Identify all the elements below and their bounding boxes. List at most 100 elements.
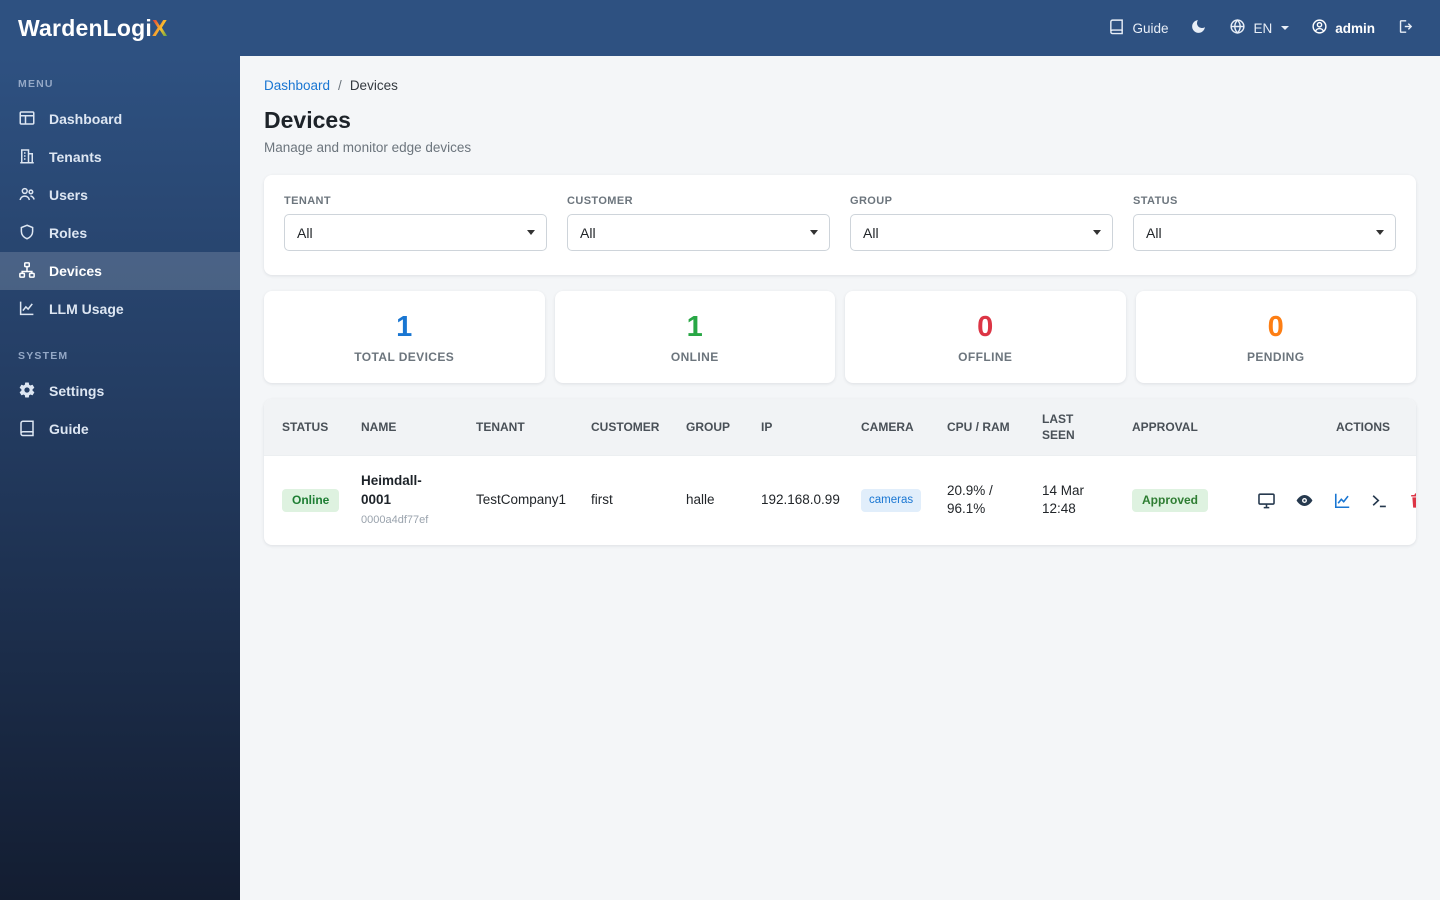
guide-link[interactable]: Guide: [1108, 18, 1168, 38]
status-filter-select[interactable]: All: [1133, 214, 1396, 251]
breadcrumb: Dashboard / Devices: [264, 78, 1416, 93]
logout-button[interactable]: [1397, 18, 1414, 38]
stat-offline: 0 OFFLINE: [845, 291, 1126, 383]
book-icon: [1108, 18, 1125, 38]
device-id: 0000a4df77ef: [361, 514, 429, 527]
dashboard-icon: [18, 109, 36, 130]
sidebar-item-dashboard[interactable]: Dashboard: [0, 100, 240, 138]
sidebar-item-label: LLM Usage: [49, 301, 124, 317]
sidebar-item-label: Devices: [49, 263, 102, 279]
chevron-down-icon: [1281, 26, 1290, 30]
guide-label: Guide: [1132, 20, 1169, 36]
language-label: EN: [1253, 20, 1273, 36]
device-last-seen: 14 Mar 12:48: [1026, 455, 1116, 545]
status-badge: Online: [282, 489, 340, 512]
camera-badge[interactable]: cameras: [861, 489, 922, 512]
table-header-row: STATUS NAME TENANT CUSTOMER GROUP IP CAM…: [264, 399, 1416, 456]
menu-section-label: MENU: [18, 78, 54, 90]
sidebar-item-guide[interactable]: Guide: [0, 410, 240, 448]
col-name: NAME: [345, 399, 460, 456]
col-group: GROUP: [670, 399, 745, 456]
tenant-filter-select[interactable]: All: [284, 214, 547, 251]
remote-desktop-icon[interactable]: [1257, 491, 1276, 510]
approval-badge: Approved: [1132, 489, 1209, 512]
stat-pending: 0 PENDING: [1135, 291, 1416, 383]
devices-table: STATUS NAME TENANT CUSTOMER GROUP IP CAM…: [264, 399, 1416, 545]
col-ip: IP: [745, 399, 845, 456]
sidebar-item-label: Dashboard: [49, 111, 123, 127]
sidebar-item-llm-usage[interactable]: LLM Usage: [0, 290, 240, 328]
terminal-icon[interactable]: [1370, 491, 1389, 510]
brand-x: X: [152, 14, 168, 41]
username-label: admin: [1335, 20, 1375, 36]
table-row: Online Heimdall-0001 0000a4df77ef TestCo…: [264, 455, 1416, 545]
user-icon: [1311, 18, 1328, 38]
stat-label: ONLINE: [670, 349, 719, 364]
shield-icon: [18, 223, 36, 244]
device-ip: 192.168.0.99: [745, 455, 845, 545]
filter-customer-label: CUSTOMER: [567, 195, 633, 207]
metrics-chart-icon[interactable]: [1333, 491, 1352, 510]
dark-mode-toggle[interactable]: [1190, 18, 1207, 38]
sign-out-icon: [1397, 18, 1414, 38]
devices-icon: [18, 261, 36, 282]
group-filter-select[interactable]: All: [850, 214, 1113, 251]
breadcrumb-dashboard-link[interactable]: Dashboard: [264, 78, 330, 93]
col-camera: CAMERA: [845, 399, 931, 456]
trash-icon[interactable]: [1408, 491, 1416, 510]
language-dropdown[interactable]: EN: [1229, 18, 1290, 38]
filters-card: TENANT All CUSTOMER All GROUP All STATUS…: [264, 175, 1416, 275]
device-cpu-ram: 20.9% / 96.1%: [931, 455, 1026, 545]
breadcrumb-current: Devices: [349, 78, 398, 93]
sidebar-item-label: Tenants: [49, 149, 102, 165]
sidebar: MENU Dashboard Tenants Users Roles Devic…: [0, 56, 240, 900]
device-customer: first: [575, 455, 670, 545]
stat-total-devices: 1 TOTAL DEVICES: [264, 291, 545, 383]
sidebar-item-label: Users: [49, 187, 88, 203]
eye-icon[interactable]: [1295, 491, 1314, 510]
actions-cell: [1226, 455, 1416, 545]
col-actions: ACTIONS: [1226, 399, 1416, 456]
breadcrumb-separator: /: [338, 78, 342, 93]
users-icon: [18, 185, 36, 206]
book-icon: [18, 419, 36, 440]
stat-value: 0: [1267, 310, 1284, 343]
filter-status-label: STATUS: [1133, 195, 1178, 207]
stat-value: 1: [686, 310, 703, 343]
moon-icon: [1190, 18, 1207, 38]
system-section-label: SYSTEM: [18, 350, 69, 362]
sidebar-item-users[interactable]: Users: [0, 176, 240, 214]
device-tenant: TestCompany1: [460, 455, 575, 545]
filter-tenant-label: TENANT: [284, 195, 332, 207]
devices-table-card: STATUS NAME TENANT CUSTOMER GROUP IP CAM…: [264, 399, 1416, 545]
main-content: Dashboard / Devices Devices Manage and m…: [240, 56, 1440, 900]
sidebar-item-label: Roles: [49, 225, 88, 241]
user-menu[interactable]: admin: [1311, 18, 1375, 38]
filter-group-label: GROUP: [850, 195, 893, 207]
chart-line-icon: [18, 299, 36, 320]
filter-status: STATUS All: [1133, 195, 1396, 251]
building-icon: [18, 147, 36, 168]
sidebar-item-devices[interactable]: Devices: [0, 252, 240, 290]
stat-online: 1 ONLINE: [554, 291, 835, 383]
brand-text: WardenLogi: [18, 14, 153, 41]
stat-value: 0: [977, 310, 994, 343]
col-customer: CUSTOMER: [575, 399, 670, 456]
col-status: STATUS: [264, 399, 345, 456]
sidebar-item-label: Guide: [49, 421, 89, 437]
sidebar-item-tenants[interactable]: Tenants: [0, 138, 240, 176]
filter-tenant: TENANT All: [284, 195, 547, 251]
col-tenant: TENANT: [460, 399, 575, 456]
filter-group: GROUP All: [850, 195, 1113, 251]
sidebar-item-label: Settings: [49, 383, 105, 399]
customer-filter-select[interactable]: All: [567, 214, 830, 251]
device-group: halle: [670, 455, 745, 545]
page-subtitle: Manage and monitor edge devices: [264, 140, 472, 155]
filter-customer: CUSTOMER All: [567, 195, 830, 251]
stat-value: 1: [396, 310, 413, 343]
col-last-seen: LAST SEEN: [1026, 399, 1116, 456]
sidebar-item-roles[interactable]: Roles: [0, 214, 240, 252]
device-name: Heimdall-0001: [361, 473, 422, 508]
sidebar-item-settings[interactable]: Settings: [0, 372, 240, 410]
stat-label: PENDING: [1247, 349, 1305, 364]
